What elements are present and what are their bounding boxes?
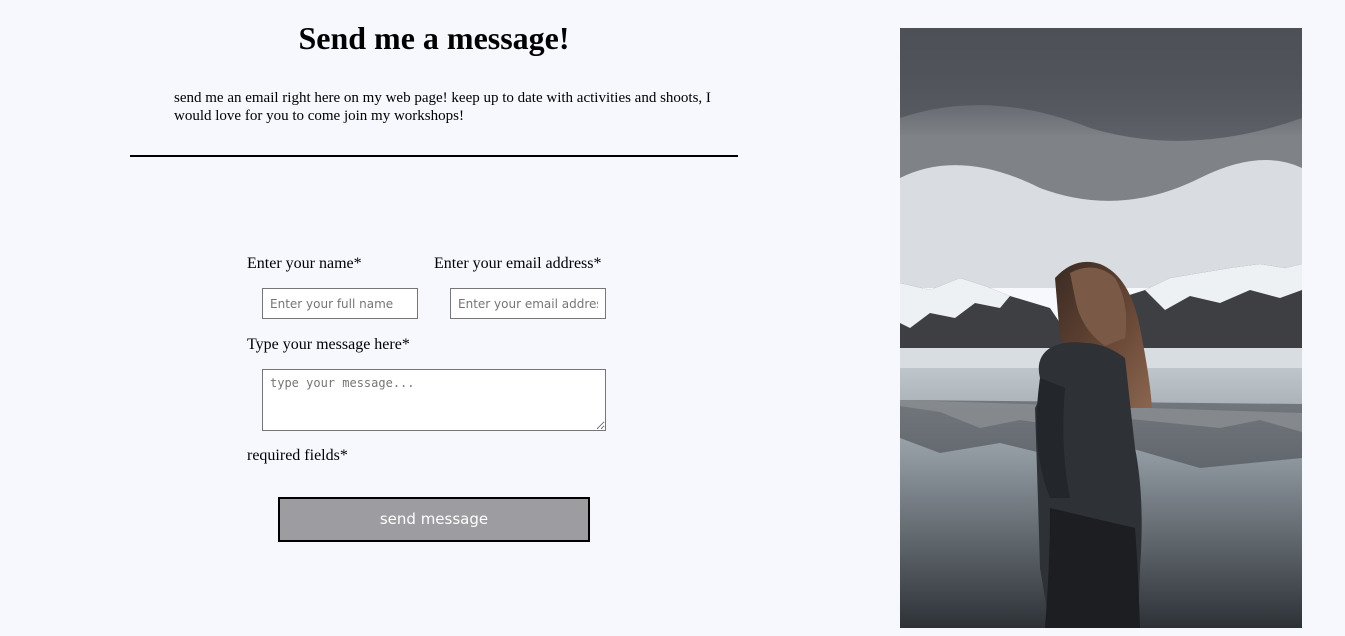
send-message-button[interactable]: send message — [278, 497, 590, 542]
email-label: Enter your email address* — [434, 255, 602, 272]
email-input[interactable] — [450, 288, 606, 319]
woman-by-lake-photo — [900, 28, 1302, 628]
message-textarea[interactable] — [262, 369, 606, 431]
page-title: Send me a message! — [298, 20, 570, 56]
intro-text: send me an email right here on my web pa… — [174, 90, 711, 124]
required-fields-note: required fields* — [247, 447, 348, 464]
name-input[interactable] — [262, 288, 418, 319]
divider — [130, 155, 738, 157]
message-label: Type your message here* — [247, 336, 410, 353]
name-label: Enter your name* — [247, 255, 362, 272]
